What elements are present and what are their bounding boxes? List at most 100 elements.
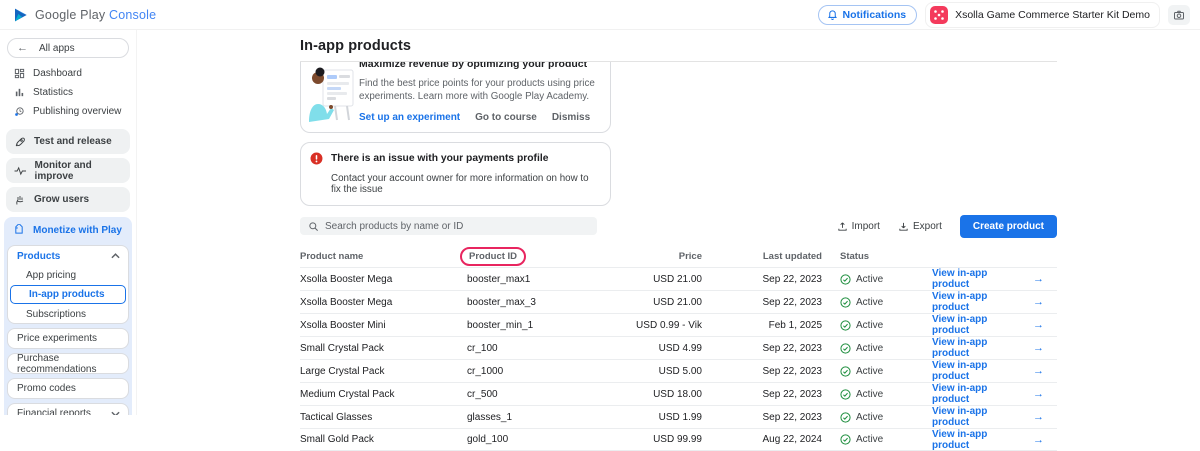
publishing-overview-icon xyxy=(14,106,25,117)
arrow-right-icon: → xyxy=(1033,342,1044,354)
view-in-app-product-link[interactable]: View in-app product → xyxy=(932,268,1044,290)
chevron-down-icon xyxy=(111,411,120,416)
view-in-app-product-link[interactable]: View in-app product → xyxy=(932,337,1044,359)
sidebar-item-app-pricing[interactable]: App pricing xyxy=(8,266,128,284)
go-to-course-link[interactable]: Go to course xyxy=(475,112,537,123)
table-row: Tactical Glasses glasses_1 USD 1.99 Sep … xyxy=(300,405,1057,428)
sidebar-item-publishing-overview[interactable]: Publishing overview xyxy=(0,102,136,121)
product-name-cell: Small Gold Pack xyxy=(300,434,467,445)
sidebar-item-products[interactable]: Products xyxy=(8,246,128,266)
camera-icon xyxy=(1173,9,1185,21)
create-product-button[interactable]: Create product xyxy=(960,215,1057,238)
app-icon xyxy=(930,6,948,24)
rocket-icon xyxy=(14,136,26,148)
status-cell: Active xyxy=(822,434,932,445)
sidebar-item-dashboard[interactable]: Dashboard xyxy=(0,64,136,83)
price-cell: USD 21.00 xyxy=(619,297,702,308)
active-check-icon xyxy=(840,297,851,308)
bar-chart-icon xyxy=(14,87,25,98)
product-name-cell: Xsolla Booster Mega xyxy=(300,274,467,285)
active-check-icon xyxy=(840,274,851,285)
table-row: Xsolla Booster Mini booster_min_1 USD 0.… xyxy=(300,313,1057,336)
all-apps-button[interactable]: ← All apps xyxy=(7,38,129,58)
active-check-icon xyxy=(840,434,851,445)
view-in-app-product-link[interactable]: View in-app product → xyxy=(932,360,1044,382)
last-updated-cell: Aug 22, 2024 xyxy=(702,434,822,445)
product-name-cell: Medium Crystal Pack xyxy=(300,389,467,400)
last-updated-cell: Sep 22, 2023 xyxy=(702,366,822,377)
table-row: Small Gold Pack gold_100 USD 99.99 Aug 2… xyxy=(300,428,1057,451)
promo-card: Maximize revenue by optimizing your prod… xyxy=(300,62,611,133)
app-switcher-chip[interactable]: Xsolla Game Commerce Starter Kit Demo xyxy=(925,2,1160,28)
notifications-button[interactable]: Notifications xyxy=(818,5,918,25)
product-name-cell: Small Crystal Pack xyxy=(300,343,467,354)
sidebar-item-financial-reports[interactable]: Financial reports xyxy=(7,403,129,415)
product-id-cell: cr_1000 xyxy=(467,366,619,377)
error-icon xyxy=(310,152,323,165)
price-cell: USD 0.99 - Vik xyxy=(619,320,702,331)
product-id-cell: booster_max_3 xyxy=(467,297,619,308)
table-row: Xsolla Booster Mega booster_max1 USD 21.… xyxy=(300,267,1057,290)
product-id-cell: glasses_1 xyxy=(467,412,619,423)
products-table: Product name Product ID Price Last updat… xyxy=(300,246,1057,451)
sidebar-item-purchase-recommendations[interactable]: Purchase recommendations xyxy=(7,353,129,374)
table-row: Medium Crystal Pack cr_500 USD 18.00 Sep… xyxy=(300,382,1057,405)
export-button[interactable]: Export xyxy=(898,221,942,232)
table-row: Small Crystal Pack cr_100 USD 4.99 Sep 2… xyxy=(300,336,1057,359)
import-icon xyxy=(837,221,848,232)
product-id-annotation-circle: Product ID xyxy=(460,247,526,266)
page-title: In-app products xyxy=(300,30,1057,54)
screenshot-button[interactable] xyxy=(1168,5,1190,25)
arrow-right-icon: → xyxy=(1033,319,1044,331)
sidebar-item-statistics[interactable]: Statistics xyxy=(0,83,136,102)
dismiss-link[interactable]: Dismiss xyxy=(552,112,590,123)
sidebar-item-promo-codes[interactable]: Promo codes xyxy=(7,378,129,399)
sidebar-item-in-app-products[interactable]: In-app products xyxy=(10,285,126,304)
sidebar-item-monetize-with-play[interactable]: Monetize with Play xyxy=(7,218,129,242)
product-name-cell: Xsolla Booster Mini xyxy=(300,320,467,331)
status-cell: Active xyxy=(822,320,932,331)
arrow-right-icon: → xyxy=(1033,296,1044,308)
sidebar-section-grow-users[interactable]: Grow users xyxy=(6,187,130,212)
brand-text: Google Play Console xyxy=(35,8,156,22)
grow-users-icon xyxy=(14,194,26,206)
last-updated-cell: Sep 22, 2023 xyxy=(702,274,822,285)
column-header-status: Status xyxy=(822,251,932,262)
view-in-app-product-link[interactable]: View in-app product → xyxy=(932,429,1044,451)
sidebar-section-test-and-release[interactable]: Test and release xyxy=(6,129,130,154)
payments-warning-card: There is an issue with your payments pro… xyxy=(300,142,611,206)
set-up-experiment-link[interactable]: Set up an experiment xyxy=(359,112,460,123)
view-in-app-product-link[interactable]: View in-app product → xyxy=(932,406,1044,428)
play-triangle-icon xyxy=(13,7,29,23)
status-cell: Active xyxy=(822,366,932,377)
search-input[interactable] xyxy=(325,221,575,232)
search-box[interactable] xyxy=(300,217,597,235)
promo-title: Maximize revenue by optimizing your prod… xyxy=(359,62,600,71)
view-in-app-product-link[interactable]: View in-app product → xyxy=(932,383,1044,405)
table-row: Xsolla Booster Mega booster_max_3 USD 21… xyxy=(300,290,1057,313)
product-id-cell: booster_min_1 xyxy=(467,320,619,331)
product-name-cell: Large Crystal Pack xyxy=(300,366,467,377)
sidebar-item-price-experiments[interactable]: Price experiments xyxy=(7,328,129,349)
chevron-up-icon xyxy=(111,253,120,259)
google-play-console-logo[interactable]: Google Play Console xyxy=(0,7,156,23)
price-cell: USD 5.00 xyxy=(619,366,702,377)
sidebar-section-monetize: Monetize with Play Products App pricing … xyxy=(4,217,132,415)
arrow-right-icon: → xyxy=(1033,365,1044,377)
arrow-right-icon: → xyxy=(1033,388,1044,400)
import-button[interactable]: Import xyxy=(837,221,880,232)
price-tag-icon xyxy=(13,224,25,236)
status-cell: Active xyxy=(822,389,932,400)
column-header-price: Price xyxy=(619,251,702,262)
sidebar-item-subscriptions[interactable]: Subscriptions xyxy=(8,305,128,323)
warning-title: There is an issue with your payments pro… xyxy=(331,153,548,164)
last-updated-cell: Sep 22, 2023 xyxy=(702,343,822,354)
price-cell: USD 99.99 xyxy=(619,434,702,445)
view-in-app-product-link[interactable]: View in-app product → xyxy=(932,291,1044,313)
sidebar-section-monitor-and-improve[interactable]: Monitor and improve xyxy=(6,158,130,183)
product-name-cell: Xsolla Booster Mega xyxy=(300,297,467,308)
view-in-app-product-link[interactable]: View in-app product → xyxy=(932,314,1044,336)
price-cell: USD 21.00 xyxy=(619,274,702,285)
back-arrow-icon: ← xyxy=(17,42,28,54)
status-cell: Active xyxy=(822,297,932,308)
